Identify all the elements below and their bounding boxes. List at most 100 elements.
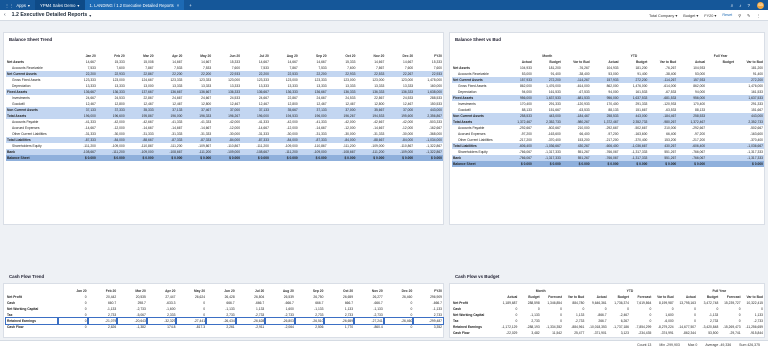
table-cell[interactable]: $ 0.000 <box>154 155 184 161</box>
help-icon[interactable]: ? <box>747 3 750 8</box>
table-cell[interactable]: $ 0.000 <box>561 161 591 167</box>
more-icon[interactable]: ⋮ <box>756 13 760 18</box>
table-cell[interactable]: -29,741 <box>719 330 741 336</box>
close-icon[interactable]: × <box>177 3 179 8</box>
balance-sheet-budget-panel: Balance Sheet vs Bud Month YTD Full Year Ac… <box>449 32 765 225</box>
cash-flow-trend-table: Jan 20 Feb 20 Mar 20 Apr 20 May 20 Jun 20 Jul … <box>5 288 444 330</box>
filter-icon[interactable]: ⚲ <box>738 13 741 18</box>
panel-title: Balance Sheet Trend <box>9 37 53 42</box>
tab-sales-demo[interactable]: YPM4 Sales Demo ▾ <box>35 0 85 10</box>
apps-menu[interactable]: ⋮⋮ Apps ▾ <box>0 3 35 8</box>
status-sum: Sum 426,375 <box>739 342 760 347</box>
table-cell[interactable]: $ 0.000 <box>241 155 270 161</box>
new-tab-button[interactable]: + <box>184 3 196 8</box>
tab-executive-reports[interactable]: 1. LANDING / 1.2 Executive Detailed Repo… <box>84 0 185 10</box>
table-cell[interactable]: $ 0.000 <box>504 161 533 167</box>
table-cell[interactable]: 0 <box>384 324 414 330</box>
page-title: 1.2 Executive Detailed Reports <box>11 12 88 18</box>
chevron-down-icon: ▾ <box>27 2 31 8</box>
table-cell[interactable]: 2,506 <box>295 324 325 330</box>
table-cell[interactable]: -371,901 <box>585 330 607 336</box>
table-cell[interactable]: $ 0.000 <box>212 155 242 161</box>
table-cell[interactable]: $ 0.000 <box>68 155 97 161</box>
row-label: Cash Flow <box>7 325 24 329</box>
table-cell[interactable]: -22,029 <box>496 330 518 336</box>
status-count: Count 13 <box>637 342 652 347</box>
table-cell[interactable]: -234,435 <box>630 330 652 336</box>
status-bar: Count 13 Min -299,903 Max 0 Average -49,… <box>0 340 768 348</box>
cash-flow-budget: Cash Flow vs Budget Month YTD Full Year Act… <box>449 274 765 338</box>
table-cell[interactable]: 174.8 <box>147 324 177 330</box>
table-cell[interactable]: $ 0.000 <box>590 161 620 167</box>
panel-title: Balance Sheet vs Bud <box>455 37 501 42</box>
table-row[interactable]: Cash Flow 0 2,626 -1,382 174.8 -817.3 2,261 -2,… <box>6 324 443 330</box>
table-cell[interactable]: -862,344 <box>675 330 697 336</box>
back-icon[interactable]: ‹ <box>4 12 6 18</box>
apps-icon: ⋮⋮ <box>5 2 14 8</box>
table-cell[interactable]: -1,382 <box>117 324 147 330</box>
cash-flow-budget-table: Month YTD Full Year Actual Budget Forecast Var… <box>452 288 764 336</box>
table-cell[interactable]: 53,500 <box>697 330 719 336</box>
table-cell[interactable]: $ 0.000 <box>619 161 649 167</box>
table-cell[interactable]: $ 0.000 <box>677 161 707 167</box>
table-cell[interactable]: 2,626 <box>88 324 118 330</box>
row-label: Balance Sheet <box>452 161 504 167</box>
table-cell[interactable]: 3,482 <box>518 330 540 336</box>
table-cell[interactable]: $ 0.000 <box>648 161 678 167</box>
table-row[interactable]: Balance Sheet $ 0.000 $ 0.000 $ 0.000 $ 0.00… <box>452 161 764 167</box>
report-header: ‹ 1.2 Executive Detailed Reports ▾ Total… <box>0 10 768 21</box>
balance-sheet-trend-table: Jan 20 Feb 20 Mar 20 Apr 20 May 20 Jun 20 Jul … <box>6 53 443 161</box>
table-cell[interactable]: -817.3 <box>176 324 206 330</box>
balance-sheet-trend-panel: Balance Sheet Trend Jan 20 Feb 20 Mar 20 Ap… <box>3 32 444 225</box>
table-cell[interactable]: 0 <box>58 324 88 330</box>
table-cell[interactable]: $ 0.000 <box>327 155 357 161</box>
table-cell[interactable]: -860.4 <box>354 324 384 330</box>
table-cell[interactable]: $ 0.000 <box>96 155 126 161</box>
table-cell[interactable]: $ 0.000 <box>183 155 213 161</box>
table-cell[interactable]: -915,844 <box>742 330 764 336</box>
table-cell[interactable]: $ 0.000 <box>532 161 562 167</box>
tab-label: 1. LANDING / 1.2 Executive Detailed Repo… <box>89 2 174 8</box>
table-row[interactable]: Balance Sheet $ 0.000 $ 0.000 $ 0.000 $ 0.00… <box>6 155 443 161</box>
panel-title: Cash Flow Trend <box>9 274 45 279</box>
avatar[interactable]: SB <box>757 1 764 9</box>
status-min: Min -299,903 <box>659 342 680 347</box>
chevron-down-icon: ▾ <box>77 2 80 8</box>
table-cell[interactable]: -374,991 <box>652 330 674 336</box>
table-cell[interactable]: $ 0.000 <box>385 155 415 161</box>
bell-icon[interactable]: ♪ <box>739 3 741 8</box>
apps-label: Apps <box>16 2 26 8</box>
table-cell[interactable]: -2,064 <box>265 324 295 330</box>
filter-company[interactable]: Total Company ▾ <box>649 13 677 18</box>
search-icon[interactable]: ⌕ <box>731 3 734 8</box>
reset-button[interactable]: Reset <box>722 13 732 17</box>
table-cell[interactable]: $ 0.000 <box>735 161 764 167</box>
top-bar: ⋮⋮ Apps ▾ YPM4 Sales Demo ▾ 1. LANDING /… <box>0 0 768 10</box>
table-cell[interactable]: 3,123 <box>608 330 630 336</box>
cash-flow-trend: Cash Flow Trend Jan 20 Feb 20 Mar 20 Apr 20… <box>3 274 444 338</box>
table-cell[interactable]: 25,477 <box>563 330 585 336</box>
table-cell[interactable]: $ 0.000 <box>269 155 299 161</box>
edit-icon[interactable]: ✎ <box>747 13 750 18</box>
table-cell[interactable]: $ 0.000 <box>356 155 386 161</box>
chevron-down-icon[interactable]: ▾ <box>89 13 91 18</box>
tab-label: YPM4 Sales Demo <box>40 2 76 8</box>
filter-year[interactable]: FY20 ▾ <box>704 13 716 18</box>
table-cell[interactable]: 11,542 <box>541 330 563 336</box>
panel-title: Cash Flow vs Budget <box>455 274 500 279</box>
status-average: Average -49,336 <box>705 342 732 347</box>
filter-scenario[interactable]: Budget ▾ <box>683 13 698 18</box>
row-label: Cash Flow <box>453 331 470 335</box>
table-cell[interactable]: 2,261 <box>206 324 236 330</box>
table-row[interactable]: Cash Flow -22,029 3,482 11,542 25,477 -371,90… <box>452 330 764 336</box>
table-cell[interactable]: $ 0.000 <box>298 155 328 161</box>
table-cell[interactable]: -2,911 <box>236 324 266 330</box>
table-cell[interactable] <box>706 161 735 167</box>
table-cell[interactable]: $ 0.000 <box>125 155 155 161</box>
table-cell[interactable]: 1,770 <box>324 324 354 330</box>
row-label: Balance Sheet <box>6 155 68 161</box>
balance-sheet-budget-table: Month YTD Full Year Actual Budget Var to Bud A… <box>452 53 764 167</box>
table-cell[interactable]: $ 0.000 <box>414 155 443 161</box>
table-cell[interactable]: 3,352 <box>413 324 443 330</box>
status-max: Max 0 <box>687 342 698 347</box>
